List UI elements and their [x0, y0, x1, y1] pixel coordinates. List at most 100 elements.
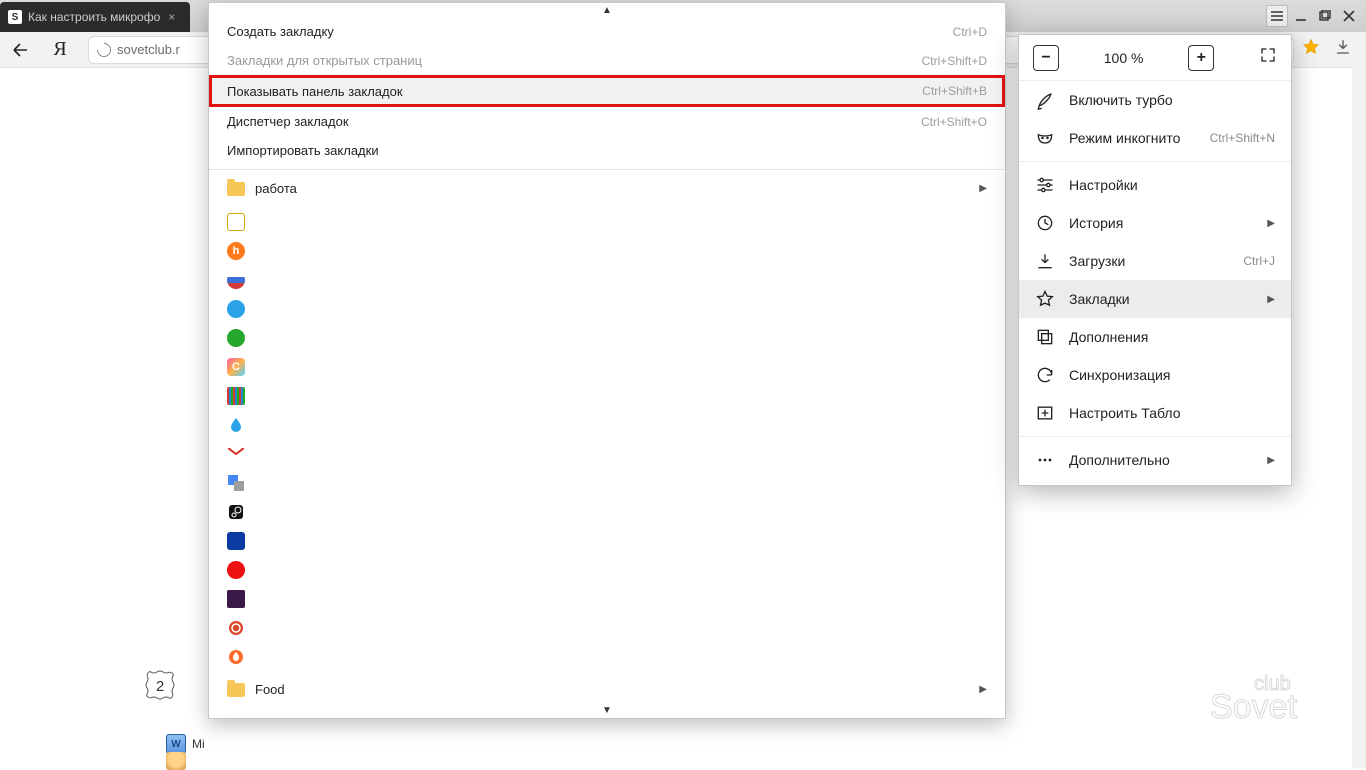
- bookmark-folder-rabota[interactable]: работа ▶: [209, 174, 1005, 203]
- main-menu: − 100 % + Включить турбо Режим инкогнито…: [1018, 34, 1292, 486]
- paint-icon: [166, 752, 186, 770]
- menu-item-bookmarks[interactable]: Закладки ▶: [1019, 280, 1291, 318]
- bookmark-item[interactable]: [209, 294, 1005, 323]
- favicon: [227, 387, 245, 405]
- menu-item-create-bookmark[interactable]: Создать закладку Ctrl+D: [209, 17, 1005, 46]
- hamburger-menu-button[interactable]: [1266, 5, 1288, 27]
- bookmark-item[interactable]: [209, 468, 1005, 497]
- taskbar-item-paint[interactable]: [166, 752, 186, 770]
- tab-favicon: S: [8, 10, 22, 24]
- dots-icon: [1035, 450, 1055, 470]
- favicon: [227, 532, 245, 550]
- menu-item-incognito[interactable]: Режим инкогнито Ctrl+Shift+N: [1019, 119, 1291, 157]
- label: Загрузки: [1069, 253, 1125, 269]
- shortcut: Ctrl+D: [953, 25, 987, 39]
- step-badge: 2: [144, 670, 176, 702]
- folder-icon: [227, 182, 245, 196]
- favicon: C: [227, 358, 245, 376]
- zoom-value: 100 %: [1104, 50, 1144, 66]
- menu-item-more[interactable]: Дополнительно ▶: [1019, 441, 1291, 479]
- star-icon: [1035, 289, 1055, 309]
- label: Импортировать закладки: [227, 143, 379, 158]
- rocket-icon: [1035, 90, 1055, 110]
- menu-item-sync[interactable]: Синхронизация: [1019, 356, 1291, 394]
- fullscreen-button[interactable]: [1259, 46, 1277, 69]
- favicon: [227, 300, 245, 318]
- bookmark-item[interactable]: [209, 381, 1005, 410]
- bookmark-item[interactable]: [209, 555, 1005, 584]
- bookmark-star-icon[interactable]: [1302, 38, 1320, 61]
- bookmark-item[interactable]: h: [209, 236, 1005, 265]
- download-icon: [1035, 251, 1055, 271]
- label: Включить турбо: [1069, 92, 1173, 108]
- scrollbar-track[interactable]: [1352, 32, 1366, 768]
- bookmark-item[interactable]: C: [209, 352, 1005, 381]
- zoom-row: − 100 % +: [1019, 35, 1291, 81]
- step-number: 2: [156, 678, 164, 695]
- menu-item-downloads[interactable]: Загрузки Ctrl+J: [1019, 242, 1291, 280]
- bookmark-item[interactable]: [209, 497, 1005, 526]
- favicon: [227, 416, 245, 434]
- menu-item-settings[interactable]: Настройки: [1019, 166, 1291, 204]
- bookmark-item[interactable]: [209, 207, 1005, 236]
- bookmark-item[interactable]: [209, 642, 1005, 671]
- menu-item-bookmark-manager[interactable]: Диспетчер закладок Ctrl+Shift+O: [209, 107, 1005, 136]
- menu-item-import-bookmarks[interactable]: Импортировать закладки: [209, 136, 1005, 165]
- favicon: [227, 503, 245, 521]
- minimize-button[interactable]: [1290, 5, 1312, 27]
- menu-item-turbo[interactable]: Включить турбо: [1019, 81, 1291, 119]
- label: Показывать панель закладок: [227, 84, 403, 99]
- taskbar-label: Mi: [192, 737, 205, 751]
- separator: [209, 169, 1005, 170]
- favicon: [227, 590, 245, 608]
- favicon: [227, 648, 245, 666]
- label: Дополнительно: [1069, 452, 1170, 468]
- mask-icon: [1035, 128, 1055, 148]
- label: работа: [255, 181, 297, 196]
- folder-icon: [227, 683, 245, 697]
- window-controls: [1266, 0, 1366, 32]
- scroll-up-arrow-icon[interactable]: ▲: [602, 5, 612, 16]
- chevron-right-icon: ▶: [979, 684, 987, 695]
- label: Создать закладку: [227, 24, 334, 39]
- scroll-down-arrow-icon[interactable]: ▼: [602, 705, 612, 716]
- chevron-right-icon: ▶: [1267, 294, 1275, 305]
- bookmark-item[interactable]: [209, 439, 1005, 468]
- maximize-button[interactable]: [1314, 5, 1336, 27]
- back-button[interactable]: [0, 32, 40, 68]
- separator: [1019, 161, 1291, 162]
- favicon: [227, 271, 245, 289]
- menu-item-addons[interactable]: Дополнения: [1019, 318, 1291, 356]
- bookmark-folder-food[interactable]: Food ▶: [209, 675, 1005, 704]
- label: Закладки: [1069, 291, 1130, 307]
- menu-item-show-bookmarks-bar[interactable]: Показывать панель закладок Ctrl+Shift+B: [209, 75, 1005, 107]
- reload-icon[interactable]: [94, 40, 114, 60]
- bookmark-item[interactable]: [209, 410, 1005, 439]
- bookmark-item[interactable]: [209, 323, 1005, 352]
- sync-icon: [1035, 365, 1055, 385]
- taskbar-item-word[interactable]: W Mi: [166, 734, 205, 754]
- bookmark-item[interactable]: [209, 526, 1005, 555]
- yandex-logo[interactable]: Я: [40, 32, 80, 68]
- label: Закладки для открытых страниц: [227, 53, 422, 68]
- bookmark-item[interactable]: [209, 584, 1005, 613]
- menu-item-history[interactable]: История ▶: [1019, 204, 1291, 242]
- shortcut: Ctrl+Shift+D: [922, 54, 987, 68]
- zoom-in-button[interactable]: +: [1188, 45, 1214, 71]
- label: Режим инкогнито: [1069, 130, 1180, 146]
- zoom-out-button[interactable]: −: [1033, 45, 1059, 71]
- shortcut: Ctrl+Shift+N: [1210, 131, 1275, 145]
- chevron-right-icon: ▶: [1267, 218, 1275, 229]
- close-window-button[interactable]: [1338, 5, 1360, 27]
- menu-item-customize-tablo[interactable]: Настроить Табло: [1019, 394, 1291, 432]
- browser-tab[interactable]: S Как настроить микрофо ×: [0, 2, 190, 32]
- chevron-right-icon: ▶: [979, 183, 987, 194]
- favicon: [227, 619, 245, 637]
- bookmark-item[interactable]: [209, 265, 1005, 294]
- downloads-icon[interactable]: [1334, 38, 1352, 61]
- bookmark-item[interactable]: [209, 613, 1005, 642]
- word-icon: W: [166, 734, 186, 754]
- favicon: [227, 474, 245, 492]
- close-tab-icon[interactable]: ×: [168, 10, 175, 24]
- sliders-icon: [1035, 175, 1055, 195]
